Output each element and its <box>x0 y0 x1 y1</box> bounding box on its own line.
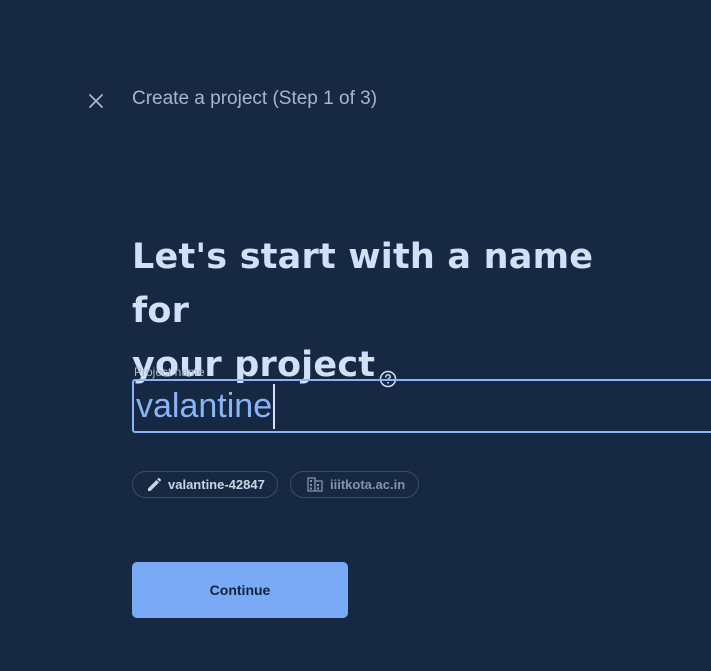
close-icon <box>89 94 103 108</box>
text-cursor <box>273 383 276 429</box>
project-id-chip[interactable]: valantine-42847 <box>132 471 278 498</box>
project-name-label: Project name <box>134 365 205 379</box>
create-project-page: Create a project (Step 1 of 3) Let's sta… <box>0 0 711 671</box>
organization-chip: iiitkota.ac.in <box>290 471 419 498</box>
project-id-text: valantine-42847 <box>168 477 265 492</box>
headline-line-1: Let's start with a name for <box>132 237 594 331</box>
continue-label: Continue <box>209 582 271 598</box>
project-name-field[interactable]: valantine <box>132 379 711 433</box>
building-icon <box>307 477 323 492</box>
continue-button[interactable]: Continue <box>132 562 348 618</box>
pencil-icon <box>148 477 161 491</box>
step-title: Create a project (Step 1 of 3) <box>132 88 378 109</box>
help-icon[interactable] <box>379 350 397 388</box>
project-name-input[interactable]: valantine <box>136 383 272 429</box>
organization-text: iiitkota.ac.in <box>330 477 406 492</box>
close-button[interactable] <box>80 85 112 117</box>
